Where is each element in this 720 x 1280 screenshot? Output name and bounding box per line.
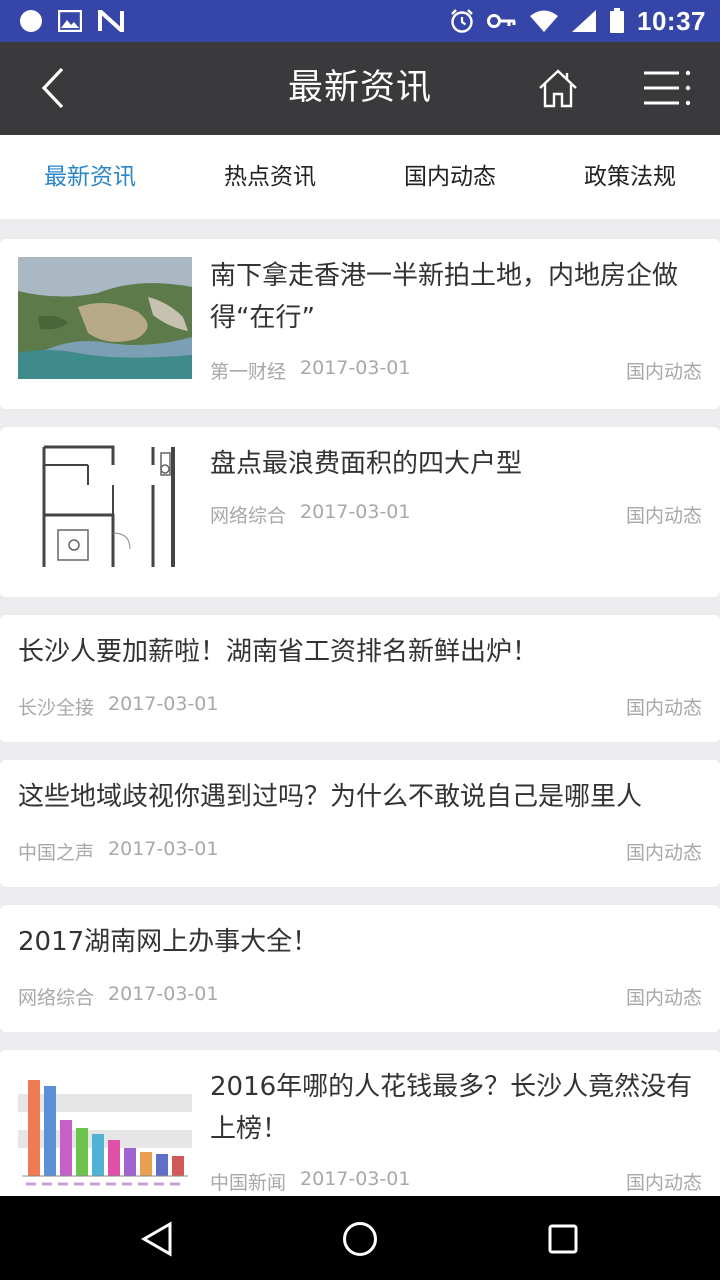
article-source: 网络综合 xyxy=(18,987,95,1009)
status-left xyxy=(20,10,124,32)
system-nav-bar xyxy=(0,1196,720,1280)
article-meta: 第一财经 2017-03-01 国内动态 xyxy=(210,357,702,384)
tab-policy-regulations[interactable]: 政策法规 xyxy=(540,135,720,219)
article-item[interactable]: 这些地域歧视你遇到过吗？为什么不敢说自己是哪里人 中国之声 2017-03-01… xyxy=(0,760,720,887)
article-item[interactable]: 南下拿走香港一半新拍土地，内地房企做得“在行” 第一财经 2017-03-01 … xyxy=(0,239,720,409)
status-time: 10:37 xyxy=(637,5,706,36)
article-meta: 网络综合 2017-03-01 国内动态 xyxy=(18,983,702,1010)
notification-dot-icon xyxy=(20,10,42,32)
article-meta: 网络综合 2017-03-01 国内动态 xyxy=(210,501,702,528)
article-title: 盘点最浪费面积的四大户型 xyxy=(210,449,523,479)
article-list: 南下拿走香港一半新拍土地，内地房企做得“在行” 第一财经 2017-03-01 … xyxy=(0,239,720,1238)
article-source: 长沙全接 xyxy=(18,697,95,719)
article-title: 2017湖南网上办事大全！ xyxy=(18,927,319,957)
article-meta: 中国新闻 2017-03-01 国内动态 xyxy=(210,1168,702,1195)
n-icon xyxy=(98,10,124,32)
article-category: 国内动态 xyxy=(625,1172,702,1194)
article-date: 2017-03-01 xyxy=(300,1168,411,1190)
article-title: 南下拿走香港一半新拍土地，内地房企做得“在行” xyxy=(210,261,679,333)
nav-back-button[interactable] xyxy=(132,1214,182,1264)
tab-hot-news[interactable]: 热点资讯 xyxy=(180,135,360,219)
status-bar: 10:37 xyxy=(0,0,720,42)
status-right: 10:37 xyxy=(449,6,706,37)
article-date: 2017-03-01 xyxy=(300,501,411,523)
page-title: 最新资讯 xyxy=(287,68,432,108)
back-triangle-icon xyxy=(140,1221,172,1257)
article-source: 中国新闻 xyxy=(210,1172,287,1194)
battery-icon xyxy=(610,8,624,33)
article-item[interactable]: 2017湖南网上办事大全！ 网络综合 2017-03-01 国内动态 xyxy=(0,905,720,1032)
nav-home-button[interactable] xyxy=(335,1214,385,1264)
signal-icon xyxy=(572,10,596,32)
alarm-icon xyxy=(451,9,473,33)
article-meta: 长沙全接 2017-03-01 国内动态 xyxy=(18,693,702,720)
article-thumbnail-bar-chart xyxy=(18,1068,192,1190)
article-meta: 中国之声 2017-03-01 国内动态 xyxy=(18,838,702,865)
home-button[interactable] xyxy=(530,62,586,114)
article-item[interactable]: 盘点最浪费面积的四大户型 网络综合 2017-03-01 国内动态 xyxy=(0,427,720,597)
article-title: 2016年哪的人花钱最多？长沙人竟然没有上榜！ xyxy=(210,1072,693,1144)
article-category: 国内动态 xyxy=(625,987,702,1009)
article-category: 国内动态 xyxy=(625,697,702,719)
wifi-icon xyxy=(530,10,558,32)
article-item[interactable]: 长沙人要加薪啦！湖南省工资排名新鲜出炉！ 长沙全接 2017-03-01 国内动… xyxy=(0,615,720,742)
article-category: 国内动态 xyxy=(625,505,702,527)
article-source: 中国之声 xyxy=(18,842,95,864)
recents-square-icon xyxy=(548,1224,578,1254)
article-date: 2017-03-01 xyxy=(300,357,411,379)
tab-latest-news[interactable]: 最新资讯 xyxy=(0,135,180,219)
tab-domestic-news[interactable]: 国内动态 xyxy=(360,135,540,219)
article-item[interactable]: 2016年哪的人花钱最多？长沙人竟然没有上榜！ 中国新闻 2017-03-01 … xyxy=(0,1050,720,1220)
article-title: 这些地域歧视你遇到过吗？为什么不敢说自己是哪里人 xyxy=(18,782,643,812)
home-circle-icon xyxy=(343,1222,377,1256)
article-title: 长沙人要加薪啦！湖南省工资排名新鲜出炉！ xyxy=(18,637,539,667)
image-icon xyxy=(58,10,82,32)
article-category: 国内动态 xyxy=(625,361,702,383)
menu-icon xyxy=(644,70,691,106)
home-icon xyxy=(539,69,577,108)
category-tabs: 最新资讯 热点资讯 国内动态 政策法规 xyxy=(0,135,720,219)
article-date: 2017-03-01 xyxy=(108,838,219,860)
nav-recents-button[interactable] xyxy=(538,1214,588,1264)
article-date: 2017-03-01 xyxy=(108,983,219,1005)
article-source: 第一财经 xyxy=(210,361,287,383)
article-source: 网络综合 xyxy=(210,505,287,527)
key-icon xyxy=(487,14,516,28)
article-thumbnail-aerial-photo xyxy=(18,257,192,379)
app-bar: 最新资讯 xyxy=(0,42,720,135)
menu-button[interactable] xyxy=(636,62,698,114)
article-category: 国内动态 xyxy=(625,842,702,864)
article-thumbnail-floor-plan xyxy=(18,445,192,567)
article-date: 2017-03-01 xyxy=(108,693,219,715)
